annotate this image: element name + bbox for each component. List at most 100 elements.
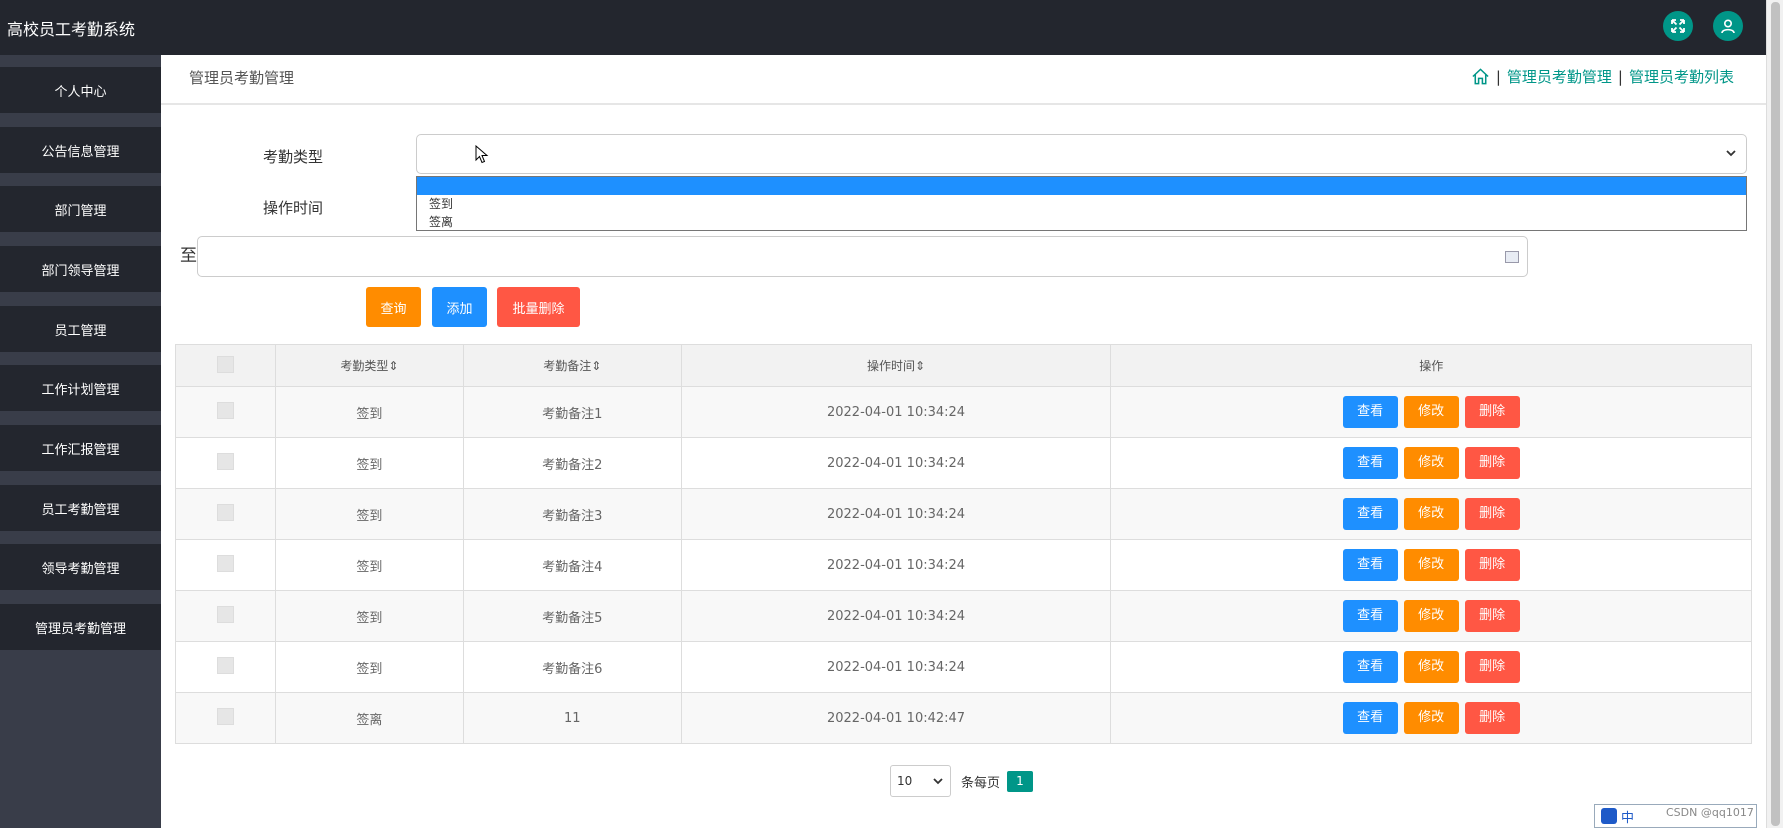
breadcrumb-separator: | [1617,67,1623,86]
cell-actions: 查看 修改 删除 [1110,692,1752,744]
cell-actions: 查看 修改 删除 [1110,386,1752,438]
ime-mode[interactable]: 中 [1621,807,1634,826]
view-button[interactable]: 查看 [1342,447,1398,479]
page-size-select[interactable]: 10 [890,765,951,797]
query-button[interactable]: 查询 [366,287,421,327]
calendar-icon[interactable] [1505,251,1519,263]
breadcrumb: | 管理员考勤管理 | 管理员考勤列表 [1471,66,1734,87]
sidebar-item-label: 领导考勤管理 [41,561,120,577]
row-checkbox-cell [175,386,276,438]
sidebar-item-label: 管理员考勤管理 [34,621,126,637]
table-row: 签到 考勤备注6 2022-04-01 10:34:24 查看 修改 删除 [175,641,1752,693]
view-button[interactable]: 查看 [1342,498,1398,530]
column-header-time[interactable]: 操作时间⇕ [680,344,1112,387]
delete-button[interactable]: 删除 [1464,702,1520,734]
row-checkbox[interactable] [216,707,234,725]
sidebar-item-department[interactable]: 部门管理 [0,186,161,232]
cell-actions: 查看 修改 删除 [1110,539,1752,591]
sidebar-item-work-plan[interactable]: 工作计划管理 [0,365,161,411]
dropdown-option-empty[interactable] [417,177,1746,195]
table-header-row: 考勤类型⇕ 考勤备注⇕ 操作时间⇕ 操作 [175,344,1752,387]
breadcrumb-link-list[interactable]: 管理员考勤列表 [1629,66,1734,87]
row-checkbox[interactable] [216,656,234,674]
cell-note: 考勤备注1 [462,386,682,438]
column-header-type[interactable]: 考勤类型⇕ [274,344,464,387]
select-all-checkbox[interactable] [216,355,234,373]
page-number-current[interactable]: 1 [1007,771,1033,792]
delete-button[interactable]: 删除 [1464,651,1520,683]
edit-button[interactable]: 修改 [1403,702,1459,734]
mouse-cursor-icon [475,145,489,164]
cell-time: 2022-04-01 10:34:24 [680,488,1112,540]
row-checkbox[interactable] [216,452,234,470]
edit-button[interactable]: 修改 [1403,600,1459,632]
batch-delete-button[interactable]: 批量删除 [497,287,580,327]
watermark: CSDN @qq1017 [1666,806,1754,819]
delete-button[interactable]: 删除 [1464,600,1520,632]
table-row: 签到 考勤备注2 2022-04-01 10:34:24 查看 修改 删除 [175,437,1752,489]
edit-button[interactable]: 修改 [1403,447,1459,479]
view-button[interactable]: 查看 [1342,549,1398,581]
chevron-down-icon [1726,150,1736,157]
cell-time: 2022-04-01 10:34:24 [680,386,1112,438]
end-date-input[interactable] [197,236,1528,277]
sidebar-item-employee-attendance[interactable]: 员工考勤管理 [0,485,161,531]
cell-time: 2022-04-01 10:34:24 [680,437,1112,489]
sidebar-item-employee[interactable]: 员工管理 [0,306,161,352]
cell-note: 11 [462,692,682,744]
edit-button[interactable]: 修改 [1403,498,1459,530]
user-button[interactable] [1713,11,1743,41]
row-checkbox[interactable] [216,503,234,521]
main-content: 管理员考勤管理 | 管理员考勤管理 | 管理员考勤列表 考勤类型 操作时间 至 … [161,55,1766,828]
cell-time: 2022-04-01 10:34:24 [680,590,1112,642]
row-checkbox[interactable] [216,401,234,419]
breadcrumb-link-module[interactable]: 管理员考勤管理 [1507,66,1612,87]
row-checkbox[interactable] [216,605,234,623]
edit-button[interactable]: 修改 [1403,651,1459,683]
delete-button[interactable]: 删除 [1464,549,1520,581]
home-icon[interactable] [1471,67,1490,86]
dropdown-option-sign-out[interactable]: 签离 [417,213,1746,231]
attendance-type-dropdown: 签到 签离 [416,176,1747,231]
add-button[interactable]: 添加 [432,287,487,327]
attendance-table: 考勤类型⇕ 考勤备注⇕ 操作时间⇕ 操作 签到 考勤备注1 2022-04-01… [175,344,1752,744]
cell-actions: 查看 修改 删除 [1110,437,1752,489]
column-header-label: 考勤类型 [340,359,389,373]
cell-type: 签到 [274,437,464,489]
operation-time-label: 操作时间 [263,199,324,217]
sidebar-item-notice[interactable]: 公告信息管理 [0,127,161,173]
delete-button[interactable]: 删除 [1464,498,1520,530]
table-row: 签到 考勤备注3 2022-04-01 10:34:24 查看 修改 删除 [175,488,1752,540]
cell-type: 签到 [274,641,464,693]
fullscreen-button[interactable] [1663,11,1693,41]
view-button[interactable]: 查看 [1342,600,1398,632]
view-button[interactable]: 查看 [1342,651,1398,683]
sidebar-item-label: 工作汇报管理 [41,442,120,458]
edit-button[interactable]: 修改 [1403,549,1459,581]
row-checkbox-cell [175,539,276,591]
view-button[interactable]: 查看 [1342,396,1398,428]
sidebar-item-label: 工作计划管理 [41,382,120,398]
dropdown-option-sign-in[interactable]: 签到 [417,195,1746,213]
breadcrumb-separator: | [1495,67,1501,86]
cell-actions: 查看 修改 删除 [1110,488,1752,540]
top-bar: 高校员工考勤系统 [0,0,1766,55]
sidebar-item-leader-attendance[interactable]: 领导考勤管理 [0,544,161,590]
view-button[interactable]: 查看 [1342,702,1398,734]
scrollbar-thumb[interactable] [1771,2,1780,826]
attendance-type-select[interactable] [416,134,1747,174]
cell-note: 考勤备注6 [462,641,682,693]
delete-button[interactable]: 删除 [1464,447,1520,479]
sidebar-item-personal-center[interactable]: 个人中心 [0,67,161,113]
sidebar-item-dept-leader[interactable]: 部门领导管理 [0,246,161,292]
sidebar-item-work-report[interactable]: 工作汇报管理 [0,425,161,471]
breadcrumb-bar: 管理员考勤管理 | 管理员考勤管理 | 管理员考勤列表 [161,55,1766,105]
cell-type: 签离 [274,692,464,744]
row-checkbox[interactable] [216,554,234,572]
table-row: 签到 考勤备注1 2022-04-01 10:34:24 查看 修改 删除 [175,386,1752,438]
page-scrollbar[interactable] [1766,0,1783,828]
edit-button[interactable]: 修改 [1403,396,1459,428]
column-header-note[interactable]: 考勤备注⇕ [462,344,682,387]
delete-button[interactable]: 删除 [1464,396,1520,428]
sidebar-item-admin-attendance[interactable]: 管理员考勤管理 [0,604,161,650]
